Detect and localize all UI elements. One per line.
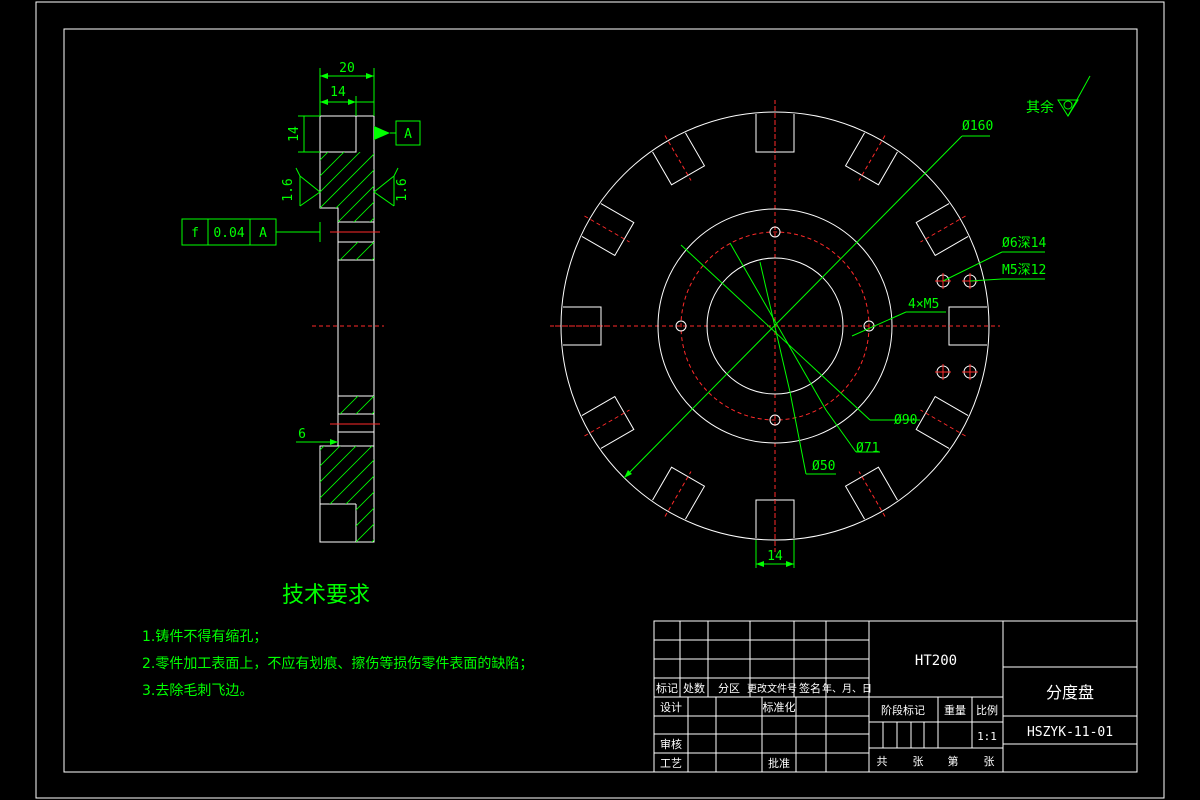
tb-sheet-unit: 张	[984, 755, 995, 768]
tb-part-name: 分度盘	[1046, 683, 1094, 702]
tolerance-frame: f 0.04 A	[181, 218, 321, 246]
tb-zone: 分区	[718, 682, 740, 695]
tb-design: 设计	[660, 701, 682, 714]
tech-item-1: 1.铸件不得有缩孔；	[142, 628, 267, 645]
hole-callouts: Ø6深14 M5深12	[942, 236, 1046, 282]
tb-drawing-number: HSZYK-11-01	[1027, 725, 1113, 740]
roughness-right: 1.6	[373, 167, 410, 207]
tb-weight: 重量	[944, 703, 966, 717]
dim-14-label: 14	[330, 85, 346, 100]
dim-height-label: 14	[287, 126, 302, 142]
sheet-border	[35, 1, 1165, 799]
title-block: 标记 处数 分区 更改文件号 签名 年、月、日 设计 标准化 审核 工艺 批准 …	[653, 620, 1138, 773]
tolerance-datum: A	[259, 226, 267, 241]
dim-20-label: 20	[339, 61, 355, 76]
tb-review: 审核	[660, 737, 682, 751]
tb-approve: 批准	[768, 756, 790, 770]
roughness-left-label: 1.6	[281, 178, 296, 201]
surface-note: 其余	[1026, 75, 1091, 117]
tb-standardize: 标准化	[763, 700, 796, 714]
roughness-left: 1.6	[281, 167, 321, 207]
dim-dia-90: Ø90	[680, 244, 920, 428]
front-view: Ø160 Ø6深14 M5深12 4×M5 Ø90 Ø71 Ø50 14 其余	[550, 75, 1091, 568]
tb-stage: 阶段标记	[881, 703, 925, 717]
hole-callout-1: Ø6深14	[1002, 236, 1046, 251]
surface-note-label: 其余	[1026, 99, 1054, 116]
dim-dia-50: Ø50	[759, 261, 836, 475]
dim-height: 14	[287, 115, 320, 153]
tb-date: 年、月、日	[822, 682, 872, 695]
tolerance-value: 0.04	[213, 226, 244, 241]
tb-scale: 1:1	[977, 730, 997, 743]
tb-process: 工艺	[660, 757, 682, 770]
dim-dia-71: Ø71	[729, 242, 880, 456]
tb-material: HT200	[915, 653, 957, 669]
rim-slot	[943, 306, 995, 346]
slot-width-label: 14	[767, 549, 783, 564]
tech-item-3: 3.去除毛刺飞边。	[142, 683, 253, 699]
dim-bore-width: 14	[320, 85, 374, 116]
tb-sheets: 张	[913, 755, 924, 768]
datum-a: A	[374, 120, 421, 146]
dia-71-label: Ø71	[856, 441, 879, 456]
tech-title: 技术要求	[282, 583, 370, 608]
tech-item-2: 2.零件加工表面上，不应有划痕、擦伤等损伤零件表面的缺陷；	[142, 655, 533, 672]
hole-callout-2: M5深12	[1002, 263, 1046, 278]
roughness-right-label: 1.6	[395, 178, 410, 201]
tech-requirements: 技术要求 1.铸件不得有缩孔； 2.零件加工表面上，不应有划痕、擦伤等损伤零件表…	[142, 583, 533, 699]
tolerance-symbol: f	[191, 226, 199, 241]
bolt-hole-label: 4×M5	[908, 297, 939, 312]
cad-drawing: 20 14 14 A 1.6 1.6 f 0.04 A 6 Ø160 Ø6深14…	[35, 1, 1165, 799]
tb-change-doc: 更改文件号	[747, 682, 797, 695]
dia-160-label: Ø160	[962, 119, 993, 134]
tb-mark: 标记	[656, 681, 678, 695]
section-view: 20 14 14 A 1.6 1.6 f 0.04 A 6	[181, 61, 421, 543]
tb-scale-label: 比例	[976, 703, 998, 717]
bolt-hole-callout: 4×M5	[851, 297, 946, 337]
tb-count: 处数	[683, 682, 705, 695]
dia-50-label: Ø50	[812, 459, 835, 474]
dim-overall-width: 20	[319, 61, 375, 116]
dim-6-label: 6	[298, 427, 306, 442]
dim-bottom-offset: 6	[296, 427, 338, 445]
datum-a-label: A	[404, 127, 412, 142]
tb-total: 共	[877, 755, 888, 768]
tb-sheet-no: 第	[948, 754, 959, 768]
dia-90-label: Ø90	[894, 413, 917, 428]
tb-sign: 签名	[799, 681, 821, 695]
